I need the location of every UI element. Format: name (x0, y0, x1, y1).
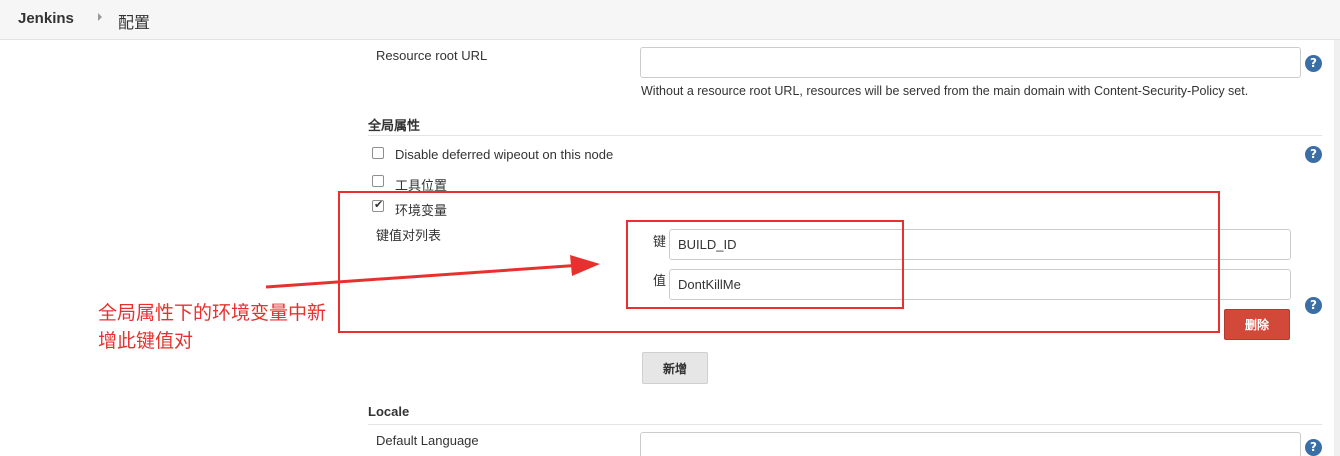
annotation-text: 全局属性下的环境变量中新增此键值对 (98, 303, 327, 352)
resource-root-url-description: Without a resource root URL, resources w… (641, 84, 1249, 98)
breadcrumb-current: 配置 (118, 15, 151, 32)
global-properties-title: 全局属性 (368, 118, 421, 133)
help-icon[interactable]: ? (1305, 146, 1322, 163)
help-icon[interactable]: ? (1305, 55, 1322, 72)
tool-locations-checkbox[interactable] (372, 175, 384, 187)
breadcrumb-jenkins-link[interactable]: Jenkins (18, 10, 74, 27)
default-language-input[interactable] (640, 432, 1301, 456)
resource-root-url-label: Resource root URL (376, 48, 488, 63)
section-divider (368, 135, 1322, 136)
help-icon[interactable]: ? (1305, 297, 1322, 314)
section-divider (368, 424, 1322, 425)
default-language-label: Default Language (376, 433, 479, 448)
annotation-arrow-icon (265, 255, 600, 289)
annotation-inner-box (626, 220, 904, 309)
resource-root-url-input[interactable] (640, 47, 1301, 78)
disable-deferred-wipeout-label[interactable]: Disable deferred wipeout on this node (395, 147, 613, 162)
breadcrumb-separator-icon (98, 13, 102, 21)
add-button[interactable]: 新增 (642, 352, 708, 384)
locale-title: Locale (368, 404, 410, 419)
page-scrollbar[interactable] (1334, 40, 1340, 456)
disable-deferred-wipeout-checkbox[interactable] (372, 147, 384, 159)
top-bar: Jenkins 配置 (0, 0, 1340, 40)
delete-button[interactable]: 删除 (1224, 309, 1290, 340)
help-icon[interactable]: ? (1305, 439, 1322, 456)
